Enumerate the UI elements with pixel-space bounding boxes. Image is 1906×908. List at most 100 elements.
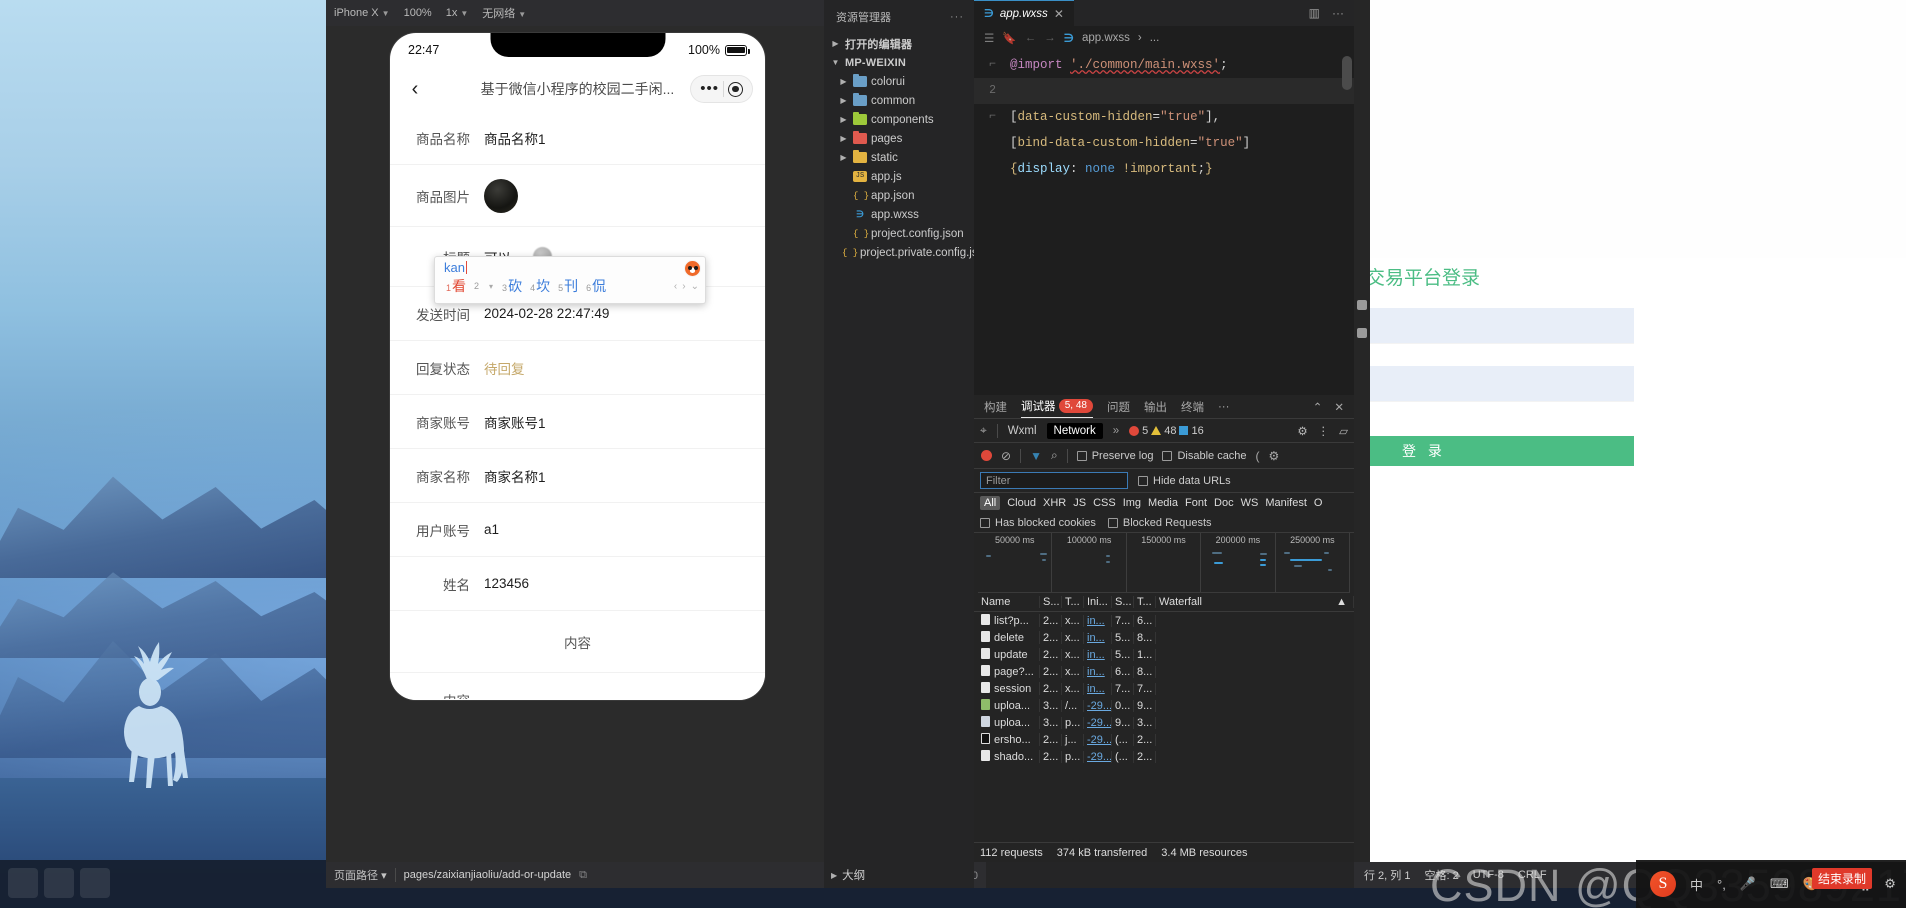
code-editor[interactable]: ∋ app.wxss ✕ ▥ ··· ☰ 🔖 ← → ∋ app.wxss › … <box>974 0 1354 395</box>
type-filter-manifest[interactable]: Manifest <box>1265 497 1307 509</box>
gear-icon[interactable]: ⚙ <box>1884 876 1896 892</box>
column-initiator[interactable]: Ini... <box>1084 596 1112 608</box>
network-toolbar[interactable]: ⊘ ▼ ⌕ Preserve log Disable cache ( ⚙ <box>974 443 1354 469</box>
dock-icon[interactable]: ▱ <box>1339 424 1348 438</box>
network-selector[interactable]: 无网络 ▼ <box>482 5 526 21</box>
bookmark-icon[interactable]: 🔖 <box>1002 31 1016 45</box>
form-row[interactable]: 用户账号 a1 <box>390 503 765 557</box>
close-icon[interactable]: ✕ <box>1054 7 1064 21</box>
device-selector[interactable]: iPhone X ▼ <box>334 7 390 19</box>
gear-icon[interactable]: ⚙ <box>1269 449 1280 463</box>
inspect-cursor-icon[interactable]: ⌖ <box>980 423 987 438</box>
tab-debugger[interactable]: 调试器 5, 48 <box>1021 395 1093 418</box>
explorer-item-app-js[interactable]: JS app.js <box>824 167 974 186</box>
table-row[interactable]: uploa... 3... p... -29... 9... 3... <box>974 714 1354 731</box>
code-line[interactable]: {display: none !important;} <box>974 156 1354 182</box>
ellipsis-icon[interactable]: ••• <box>700 81 719 96</box>
type-filter-js[interactable]: JS <box>1073 497 1086 509</box>
chevron-right-icon[interactable]: ▶ <box>838 134 849 143</box>
type-filter-font[interactable]: Font <box>1185 497 1207 509</box>
column-type[interactable]: T... <box>1062 596 1084 608</box>
rail-icon-2[interactable] <box>1357 328 1367 338</box>
type-filter-media[interactable]: Media <box>1148 497 1178 509</box>
explorer-item-pages[interactable]: ▶ pages <box>824 129 974 148</box>
table-row[interactable]: delete 2... x... in... 5... 8... <box>974 629 1354 646</box>
preserve-log-checkbox[interactable]: Preserve log <box>1076 450 1153 462</box>
form-row[interactable]: 商家账号 商家账号1 <box>390 395 765 449</box>
explorer-item-common[interactable]: ▶ common <box>824 91 974 110</box>
issue-counts[interactable]: 5 48 16 <box>1129 425 1204 437</box>
detail-form[interactable]: 商品名称 商品名称1 商品图片 标题 可以 发送时间 2024-02-28 22… <box>390 111 765 699</box>
page-path-label[interactable]: 页面路径 ▾ <box>334 867 387 883</box>
chevron-double-right-icon[interactable]: » <box>1113 425 1119 437</box>
form-row[interactable]: 内容 <box>390 611 765 673</box>
record-circle-icon[interactable] <box>981 450 992 461</box>
ime-system-tray[interactable]: S 中 °, 🎤 ⌨ 🎨 ☻ ⣿ ⚙ 结束录制 <box>1636 860 1906 908</box>
explorer-item-app-wxss[interactable]: ∋ app.wxss <box>824 205 974 224</box>
cell-initiator[interactable]: in... <box>1084 631 1112 644</box>
ime-candidate-popup[interactable]: kan 1看 2 ▾ 3砍 4坎 5刊 6侃 ‹ › ⌄ <box>434 256 706 304</box>
network-overview-timeline[interactable]: 50000 ms 100000 ms 150000 ms 200000 ms 2… <box>978 533 1351 593</box>
type-filter-other[interactable]: O <box>1314 497 1323 509</box>
explorer-item-colorui[interactable]: ▶ colorui <box>824 72 974 91</box>
table-row[interactable]: page?... 2... x... in... 6... 8... <box>974 663 1354 680</box>
chevron-right-icon[interactable]: ▶ <box>831 871 837 880</box>
ime-candidate[interactable]: 1看 <box>443 276 469 296</box>
devtools-subtab-bar[interactable]: ⌖ Wxml Network » 5 48 16 ⚙ ⋮ ▱ <box>974 419 1354 443</box>
editor-tab-actions[interactable]: ▥ ··· <box>1299 0 1354 26</box>
tab-build[interactable]: 构建 <box>984 399 1007 415</box>
ime-mode-chinese[interactable]: 中 <box>1690 875 1703 894</box>
indent-setting[interactable]: 空格: 2 <box>1424 867 1458 883</box>
browser-login-page[interactable]: 校园二手闲置物品交易平台登录 登 录 <box>1354 0 1906 862</box>
chevron-right-icon[interactable]: ▶ <box>838 96 849 105</box>
code-line[interactable]: [bind-data-custom-hidden="true"] <box>974 130 1354 156</box>
form-row[interactable]: 内容 <box>390 673 765 700</box>
explorer-item-project-private-config[interactable]: { } project.private.config.json <box>824 243 990 262</box>
list-icon[interactable]: ☰ <box>984 31 994 45</box>
password-field[interactable] <box>1354 366 1634 402</box>
cell-initiator[interactable]: -29... <box>1084 716 1112 729</box>
username-field[interactable] <box>1354 308 1634 344</box>
chevron-up-icon[interactable]: ⌃ <box>1313 400 1323 414</box>
taskbar-icons[interactable] <box>8 868 110 898</box>
chevron-down-icon[interactable]: ▼ <box>830 58 841 67</box>
form-row[interactable]: 商家名称 商家名称1 <box>390 449 765 503</box>
table-row[interactable]: update 2... x... in... 5... 1... <box>974 646 1354 663</box>
back-chevron-icon[interactable]: ‹ <box>402 78 428 101</box>
blocked-requests-checkbox[interactable]: Blocked Requests <box>1107 517 1212 529</box>
search-icon[interactable]: ⌕ <box>1051 448 1058 463</box>
code-line[interactable]: 2 <box>974 78 1354 104</box>
tab-terminal[interactable]: 终端 <box>1181 399 1204 415</box>
explorer-item-components[interactable]: ▶ components <box>824 110 974 129</box>
type-filter-cloud[interactable]: Cloud <box>1007 497 1036 509</box>
cell-initiator[interactable]: in... <box>1084 665 1112 678</box>
type-filter-img[interactable]: Img <box>1123 497 1141 509</box>
table-row[interactable]: uploa... 3... /... -29... 0... 9... <box>974 697 1354 714</box>
network-blocked-row[interactable]: Has blocked cookies Blocked Requests <box>974 513 1354 533</box>
has-blocked-cookies-checkbox[interactable]: Has blocked cookies <box>980 517 1096 529</box>
type-filter-xhr[interactable]: XHR <box>1043 497 1066 509</box>
subtab-network[interactable]: Network <box>1046 422 1103 439</box>
table-header-row[interactable]: Name S... T... Ini... S... T... Waterfal… <box>974 593 1354 612</box>
code-line[interactable]: ⌐ [data-custom-hidden="true"], <box>974 104 1354 130</box>
chevron-right-icon[interactable]: ▶ <box>830 39 841 48</box>
column-time[interactable]: T... <box>1134 596 1156 608</box>
login-button[interactable]: 登 录 <box>1354 436 1634 466</box>
line-ending[interactable]: CRLF <box>1518 869 1547 881</box>
explorer-section-open-editors[interactable]: ▶ 打开的编辑器 <box>824 34 974 53</box>
form-row[interactable]: 商品名称 商品名称1 <box>390 111 765 165</box>
hide-data-urls-checkbox[interactable]: Hide data URLs <box>1138 475 1231 487</box>
keyboard-icon[interactable]: ⌨ <box>1770 876 1789 892</box>
form-row[interactable]: 商品图片 <box>390 165 765 227</box>
breadcrumb-tail[interactable]: ... <box>1150 32 1160 44</box>
disable-cache-checkbox[interactable]: Disable cache <box>1162 450 1247 462</box>
outline-section[interactable]: ▶ 大纲 <box>824 862 974 888</box>
network-request-table[interactable]: Name S... T... Ini... S... T... Waterfal… <box>974 593 1354 765</box>
chevron-left-icon[interactable]: ‹ <box>674 281 677 292</box>
taskbar-item-2[interactable] <box>44 868 74 898</box>
explorer-panel[interactable]: 资源管理器 ··· ▶ 打开的编辑器 ▼ MP-WEIXIN ▶ colorui… <box>824 0 990 862</box>
cell-initiator[interactable]: -29... <box>1084 699 1112 712</box>
stop-recording-badge[interactable]: 结束录制 <box>1811 868 1872 889</box>
cell-initiator[interactable]: in... <box>1084 648 1112 661</box>
ime-candidate-list[interactable]: 1看 2 ▾ 3砍 4坎 5刊 6侃 ‹ › ⌄ <box>435 275 705 296</box>
